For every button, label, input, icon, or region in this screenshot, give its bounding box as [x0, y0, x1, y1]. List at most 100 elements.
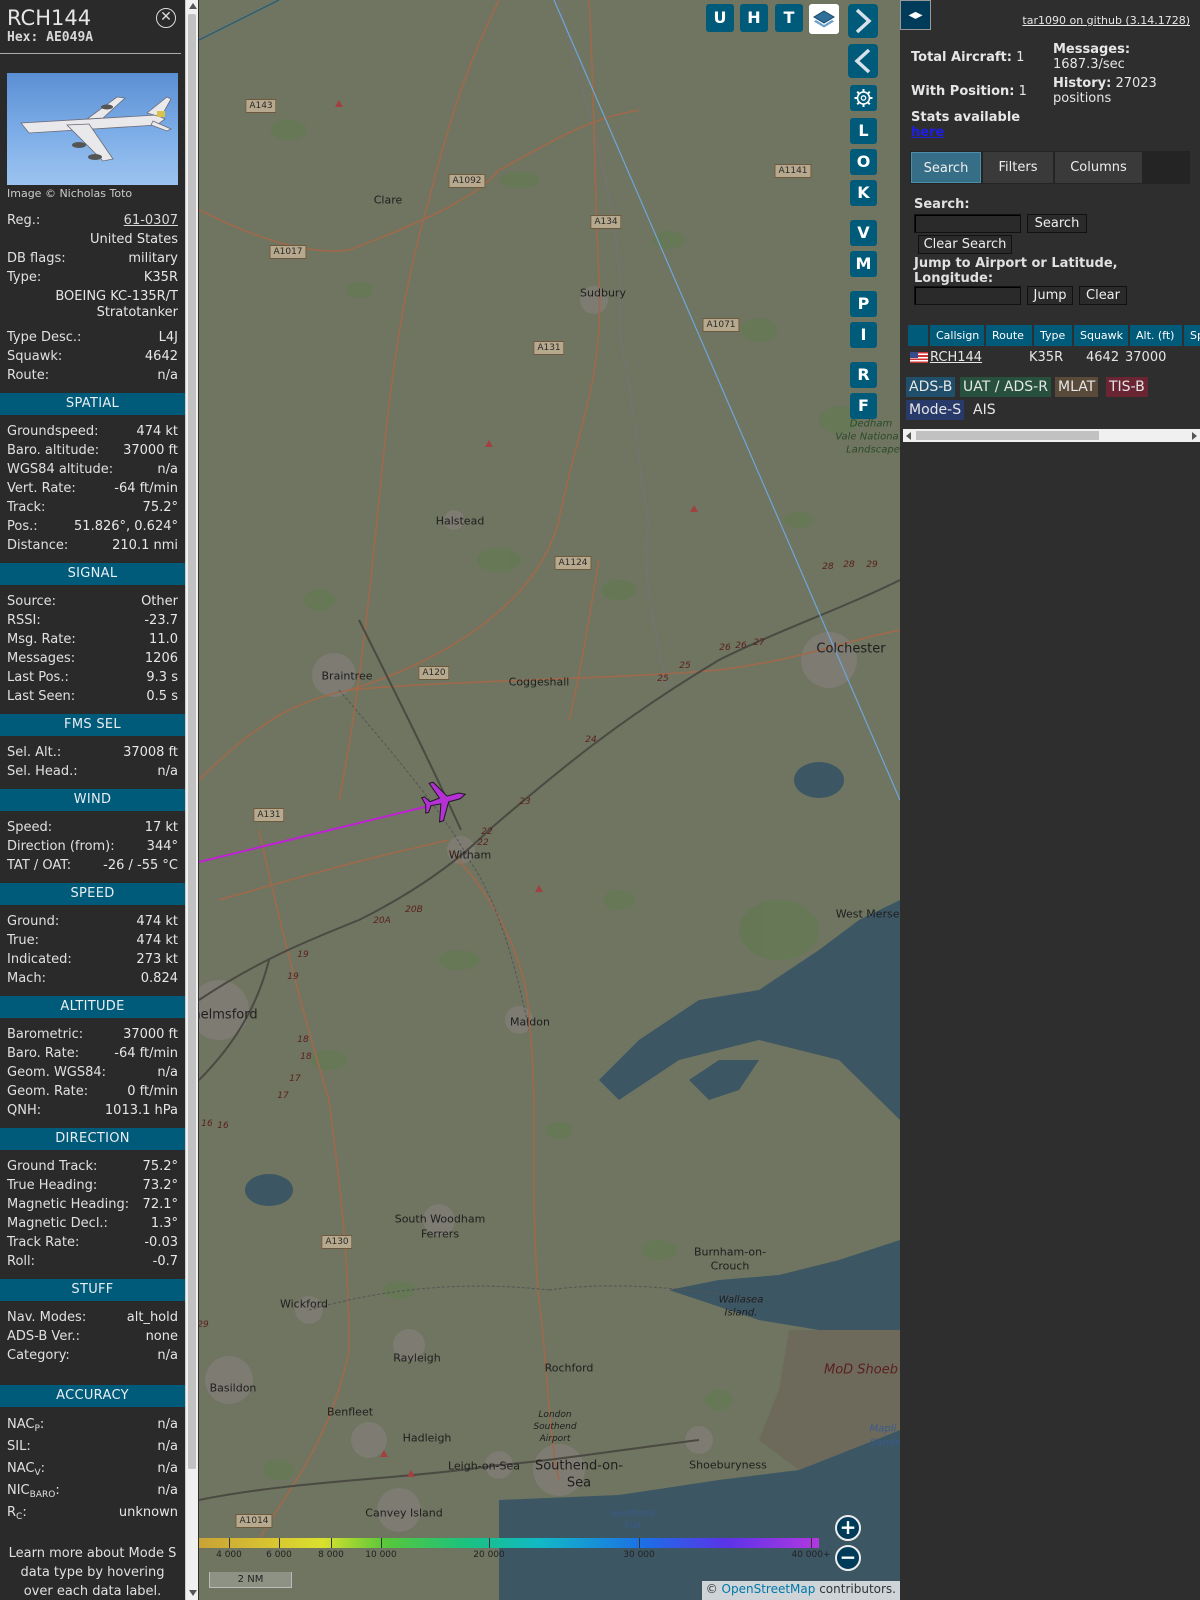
key-m-button[interactable]: M: [850, 251, 877, 277]
reg-link[interactable]: 61-0307: [124, 211, 178, 230]
sil-row[interactable]: SIL: n/a: [0, 1436, 185, 1458]
altitude-row[interactable]: Geom. WGS84: n/a: [0, 1063, 185, 1082]
th-speed[interactable]: Spd.: [1182, 325, 1200, 346]
spatial-row[interactable]: Track: 75.2°: [0, 498, 185, 517]
spatial-row[interactable]: WGS84 altitude: n/a: [0, 460, 185, 479]
stuff-row[interactable]: Nav. Modes: alt_hold: [0, 1308, 185, 1327]
stats-here-link[interactable]: here: [911, 125, 944, 140]
direction-row[interactable]: Roll: -0.7: [0, 1252, 185, 1271]
key-v-button[interactable]: V: [850, 220, 877, 246]
signal-row[interactable]: RSSI: -23.7: [0, 611, 185, 630]
key-p-button[interactable]: P: [850, 291, 877, 317]
th-callsign[interactable]: Callsign: [928, 325, 984, 346]
github-link[interactable]: tar1090 on github (3.14.1728): [1022, 14, 1190, 27]
map-canvas[interactable]: Clare Sudbury Halstead Braintree Coggesh…: [199, 0, 900, 1600]
signal-row[interactable]: Last Pos.: 9.3 s: [0, 668, 185, 687]
tab-filters[interactable]: Filters: [983, 152, 1053, 183]
table-scroll-thumb[interactable]: [916, 431, 1099, 440]
signal-row[interactable]: Msg. Rate: 11.0: [0, 630, 185, 649]
spatial-label: Vert. Rate:: [7, 481, 76, 496]
tab-columns[interactable]: Columns: [1055, 152, 1142, 183]
sidebar-scroll-thumb[interactable]: [188, 14, 196, 1469]
zoom-out-button[interactable]: −: [835, 1545, 861, 1571]
altitude-row[interactable]: QNH: 1013.1 hPa: [0, 1101, 185, 1120]
speed-row[interactable]: Mach: 0.824: [0, 969, 185, 988]
stuff-row[interactable]: ADS-B Ver.: none: [0, 1327, 185, 1346]
labels-h-button[interactable]: H: [740, 4, 768, 32]
fms-row[interactable]: Sel. Head.: n/a: [0, 762, 185, 781]
source-tag: MLAT: [1055, 377, 1099, 397]
row-callsign[interactable]: RCH144: [930, 347, 982, 368]
layers-button[interactable]: [809, 4, 839, 34]
signal-row[interactable]: Last Seen: 0.5 s: [0, 687, 185, 706]
speed-row[interactable]: True: 474 kt: [0, 931, 185, 950]
town-coggeshall: Coggeshall: [508, 675, 570, 689]
key-r-button[interactable]: R: [850, 362, 877, 388]
key-i-button[interactable]: I: [850, 322, 877, 348]
scroll-left-arrow-icon[interactable]: [906, 432, 911, 440]
search-button[interactable]: Search: [1027, 214, 1087, 233]
table-horizontal-scrollbar[interactable]: [903, 429, 1200, 442]
town-maldon: Maldon: [510, 1015, 550, 1029]
wind-row[interactable]: Speed: 17 kt: [0, 818, 185, 837]
osm-link[interactable]: OpenStreetMap: [722, 1582, 816, 1596]
labels-u-button[interactable]: U: [706, 4, 734, 32]
th-altitude[interactable]: Alt. (ft): [1128, 325, 1182, 346]
signal-row[interactable]: Messages: 1206: [0, 649, 185, 668]
signal-row[interactable]: Source: Other: [0, 592, 185, 611]
nacv-row[interactable]: NACV: n/a: [0, 1458, 185, 1480]
search-input[interactable]: [914, 214, 1021, 233]
table-row[interactable]: RCH144 K35R 4642 37000: [906, 347, 1200, 368]
aircraft-marker[interactable]: [419, 775, 471, 825]
close-icon[interactable]: ✕: [156, 8, 176, 28]
th-type[interactable]: Type: [1032, 325, 1072, 346]
zoom-in-button[interactable]: +: [835, 1515, 861, 1541]
speed-row[interactable]: Indicated: 273 kt: [0, 950, 185, 969]
scroll-up-arrow-icon[interactable]: [189, 3, 197, 9]
sidebar-scrollbar[interactable]: [185, 0, 198, 1600]
jump-button[interactable]: Jump: [1027, 286, 1073, 305]
spatial-row[interactable]: Distance: 210.1 nmi: [0, 536, 185, 555]
us-flag-icon: [910, 352, 928, 363]
nacp-row[interactable]: NACP: n/a: [0, 1414, 185, 1436]
spatial-row[interactable]: Baro. altitude: 37000 ft: [0, 441, 185, 460]
th-squawk[interactable]: Squawk: [1072, 325, 1128, 346]
direction-row[interactable]: Ground Track: 75.2°: [0, 1157, 185, 1176]
scroll-right-arrow-icon[interactable]: [1192, 432, 1197, 440]
nic-row[interactable]: NICBARO: n/a: [0, 1480, 185, 1502]
direction-row[interactable]: Magnetic Heading: 72.1°: [0, 1195, 185, 1214]
tab-search[interactable]: Search: [911, 152, 981, 183]
key-o-button[interactable]: O: [850, 149, 877, 175]
key-f-button[interactable]: F: [850, 393, 877, 419]
panel-resize-handle[interactable]: ◂▸: [900, 0, 931, 30]
direction-row[interactable]: True Heading: 73.2°: [0, 1176, 185, 1195]
collapse-sidebar-button[interactable]: [848, 44, 878, 78]
spatial-row[interactable]: Groundspeed: 474 kt: [0, 422, 185, 441]
clear-button[interactable]: Clear: [1079, 286, 1127, 305]
labels-t-button[interactable]: T: [775, 4, 803, 32]
expand-sidebar-button[interactable]: [848, 4, 878, 38]
settings-button[interactable]: [850, 85, 877, 111]
row-altitude: 37000: [1125, 350, 1167, 365]
key-k-button[interactable]: K: [850, 180, 877, 206]
rc-row[interactable]: RC: unknown: [0, 1502, 185, 1524]
direction-row[interactable]: Magnetic Decl.: 1.3°: [0, 1214, 185, 1233]
clear-search-button[interactable]: Clear Search: [918, 235, 1012, 254]
jump-input[interactable]: [914, 286, 1021, 305]
junction-18a: 18: [297, 1035, 309, 1045]
wind-row[interactable]: TAT / OAT: -26 / -55 °C: [0, 856, 185, 875]
fms-row[interactable]: Sel. Alt.: 37008 ft: [0, 743, 185, 762]
speed-row[interactable]: Ground: 474 kt: [0, 912, 185, 931]
aircraft-photo[interactable]: [7, 73, 178, 185]
altitude-row[interactable]: Geom. Rate: 0 ft/min: [0, 1082, 185, 1101]
altitude-row[interactable]: Baro. Rate: -64 ft/min: [0, 1044, 185, 1063]
stuff-row[interactable]: Category: n/a: [0, 1346, 185, 1365]
wind-row[interactable]: Direction (from): 344°: [0, 837, 185, 856]
key-l-button[interactable]: L: [850, 118, 877, 144]
spatial-row[interactable]: Vert. Rate: -64 ft/min: [0, 479, 185, 498]
spatial-row[interactable]: Pos.: 51.826°, 0.624°: [0, 517, 185, 536]
th-route[interactable]: Route: [984, 325, 1032, 346]
scroll-down-arrow-icon[interactable]: [189, 1590, 197, 1596]
direction-row[interactable]: Track Rate: -0.03: [0, 1233, 185, 1252]
altitude-row[interactable]: Barometric: 37000 ft: [0, 1025, 185, 1044]
